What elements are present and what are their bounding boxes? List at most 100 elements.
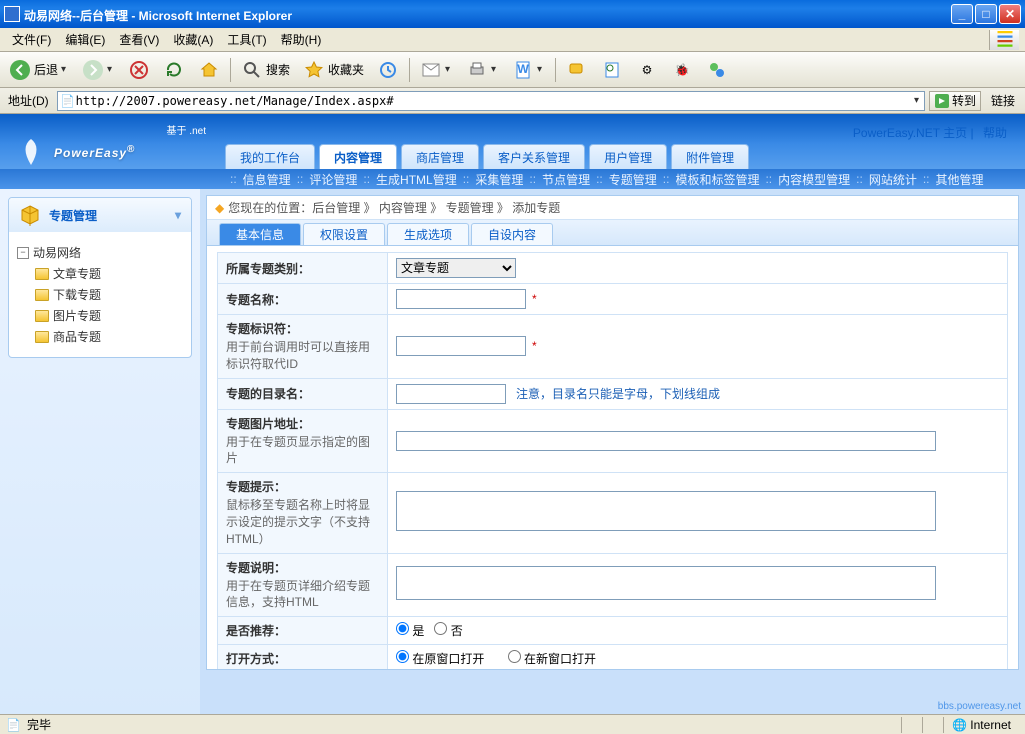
mail-button[interactable]: ▾ <box>415 56 458 84</box>
ie-logo-icon <box>989 30 1019 50</box>
inner-tab[interactable]: 基本信息 <box>219 223 301 245</box>
sub-nav-link[interactable]: 其他管理 <box>936 171 984 188</box>
page-icon: 📄 <box>60 93 76 109</box>
folder-icon <box>35 331 49 343</box>
security-zone: 🌐 Internet <box>943 717 1019 733</box>
back-icon <box>9 59 31 81</box>
sidebar: 专题管理 ▾ − 动易网络 文章专题下载专题图片专题商品专题 <box>0 189 200 714</box>
sub-nav-link[interactable]: 专题管理 <box>609 171 657 188</box>
sub-nav-link[interactable]: 模板和标签管理 <box>675 171 759 188</box>
inner-tab[interactable]: 生成选项 <box>387 223 469 245</box>
category-select[interactable]: 文章专题 <box>396 258 516 278</box>
tool-b-button[interactable]: 🐞 <box>666 56 698 84</box>
identifier-input[interactable] <box>396 336 526 356</box>
tree-item[interactable]: 文章专题 <box>17 263 183 284</box>
research-icon <box>601 59 623 81</box>
history-button[interactable] <box>372 56 404 84</box>
home-link[interactable]: PowerEasy.NET 主页 <box>853 126 967 140</box>
open-same[interactable]: 在原窗口打开 <box>396 652 484 666</box>
main-tab[interactable]: 客户关系管理 <box>483 144 585 169</box>
pin-icon: ◆ <box>215 201 224 215</box>
address-box[interactable]: 📄 ▾ <box>57 91 925 111</box>
tree-root[interactable]: − 动易网络 <box>17 242 183 263</box>
home-icon <box>198 59 220 81</box>
tip-textarea[interactable] <box>396 491 936 531</box>
address-bar: 地址(D) 📄 ▾ 转到 链接 <box>0 88 1025 114</box>
messenger-button[interactable] <box>701 56 733 84</box>
sub-nav-link[interactable]: 采集管理 <box>475 171 523 188</box>
sub-nav: ::信息管理::评论管理::生成HTML管理::采集管理::节点管理::专题管理… <box>0 169 1025 189</box>
menu-favorites[interactable]: 收藏(A) <box>167 29 219 50</box>
refresh-icon <box>163 59 185 81</box>
tool-a-button[interactable]: ⚙ <box>631 56 663 84</box>
main-area: ◆ 您现在的位置：后台管理 》 内容管理 》 专题管理 》 添加专题 基本信息权… <box>200 189 1025 714</box>
sub-nav-link[interactable]: 信息管理 <box>243 171 291 188</box>
chevron-down-icon[interactable]: ▾ <box>914 95 922 106</box>
label-recommend: 是否推荐： <box>226 624 286 638</box>
research-button[interactable] <box>596 56 628 84</box>
collapse-icon[interactable]: − <box>17 247 29 259</box>
main-tab[interactable]: 用户管理 <box>589 144 667 169</box>
minimize-button[interactable]: _ <box>951 4 973 24</box>
window-title: 动易网络--后台管理 - Microsoft Internet Explorer <box>24 5 951 24</box>
discuss-button[interactable] <box>561 56 593 84</box>
help-link[interactable]: 帮助 <box>983 126 1007 140</box>
sub-nav-link[interactable]: 内容模型管理 <box>778 171 850 188</box>
status-bar: 📄 完毕 🌐 Internet <box>0 714 1025 734</box>
desc-textarea[interactable] <box>396 566 936 600</box>
label-category: 所属专题类别： <box>226 262 310 276</box>
sub-nav-link[interactable]: 评论管理 <box>309 171 357 188</box>
label-identifier: 专题标识符： <box>226 322 298 336</box>
imgurl-input[interactable] <box>396 431 936 451</box>
window-title-bar: 动易网络--后台管理 - Microsoft Internet Explorer… <box>0 0 1025 28</box>
tree-item[interactable]: 图片专题 <box>17 305 183 326</box>
tree-item[interactable]: 商品专题 <box>17 326 183 347</box>
sub-nav-link[interactable]: 节点管理 <box>542 171 590 188</box>
menu-help[interactable]: 帮助(H) <box>275 29 328 50</box>
search-icon <box>241 59 263 81</box>
chevron-down-icon: ▾ <box>107 64 115 75</box>
chevron-down-icon[interactable]: ▾ <box>175 208 181 222</box>
menu-tools[interactable]: 工具(T) <box>221 29 272 50</box>
dir-note: 注意，目录名只能是字母，下划线组成 <box>516 387 720 401</box>
close-button[interactable]: ✕ <box>999 4 1021 24</box>
tree-item[interactable]: 下载专题 <box>17 284 183 305</box>
search-button[interactable]: 搜索 <box>236 56 295 84</box>
sub-nav-link[interactable]: 生成HTML管理 <box>376 171 457 188</box>
favorites-button[interactable]: 收藏夹 <box>298 56 369 84</box>
sub-nav-link[interactable]: 网站统计 <box>869 171 917 188</box>
main-tab[interactable]: 商店管理 <box>401 144 479 169</box>
name-input[interactable] <box>396 289 526 309</box>
maximize-button[interactable]: □ <box>975 4 997 24</box>
go-button[interactable]: 转到 <box>929 91 981 111</box>
links-label[interactable]: 链接 <box>985 92 1021 109</box>
address-input[interactable] <box>76 94 914 108</box>
label-desc: 专题说明： <box>226 561 286 575</box>
edit-button[interactable]: W▾ <box>507 56 550 84</box>
dir-input[interactable] <box>396 384 506 404</box>
main-tab[interactable]: 我的工作台 <box>225 144 315 169</box>
print-button[interactable]: ▾ <box>461 56 504 84</box>
refresh-button[interactable] <box>158 56 190 84</box>
app-icon <box>4 6 20 22</box>
main-tab[interactable]: 附件管理 <box>671 144 749 169</box>
chevron-down-icon: ▾ <box>61 64 69 75</box>
breadcrumb: ◆ 您现在的位置：后台管理 》 内容管理 》 专题管理 》 添加专题 <box>207 196 1018 220</box>
inner-tab[interactable]: 权限设置 <box>303 223 385 245</box>
leaf-icon <box>14 137 48 167</box>
logo: 基于 .net PowerEasy® <box>0 114 220 175</box>
stop-button[interactable] <box>123 56 155 84</box>
forward-button[interactable]: ▾ <box>77 56 120 84</box>
label-open: 打开方式： <box>226 652 286 666</box>
folder-icon <box>35 289 49 301</box>
menu-edit[interactable]: 编辑(E) <box>59 29 111 50</box>
menu-view[interactable]: 查看(V) <box>113 29 165 50</box>
inner-tab[interactable]: 自设内容 <box>471 223 553 245</box>
recommend-no[interactable]: 否 <box>434 624 462 638</box>
open-new[interactable]: 在新窗口打开 <box>508 652 596 666</box>
home-button[interactable] <box>193 56 225 84</box>
main-tab[interactable]: 内容管理 <box>319 144 397 169</box>
recommend-yes[interactable]: 是 <box>396 624 424 638</box>
back-button[interactable]: 后退 ▾ <box>4 56 74 84</box>
menu-file[interactable]: 文件(F) <box>6 29 57 50</box>
